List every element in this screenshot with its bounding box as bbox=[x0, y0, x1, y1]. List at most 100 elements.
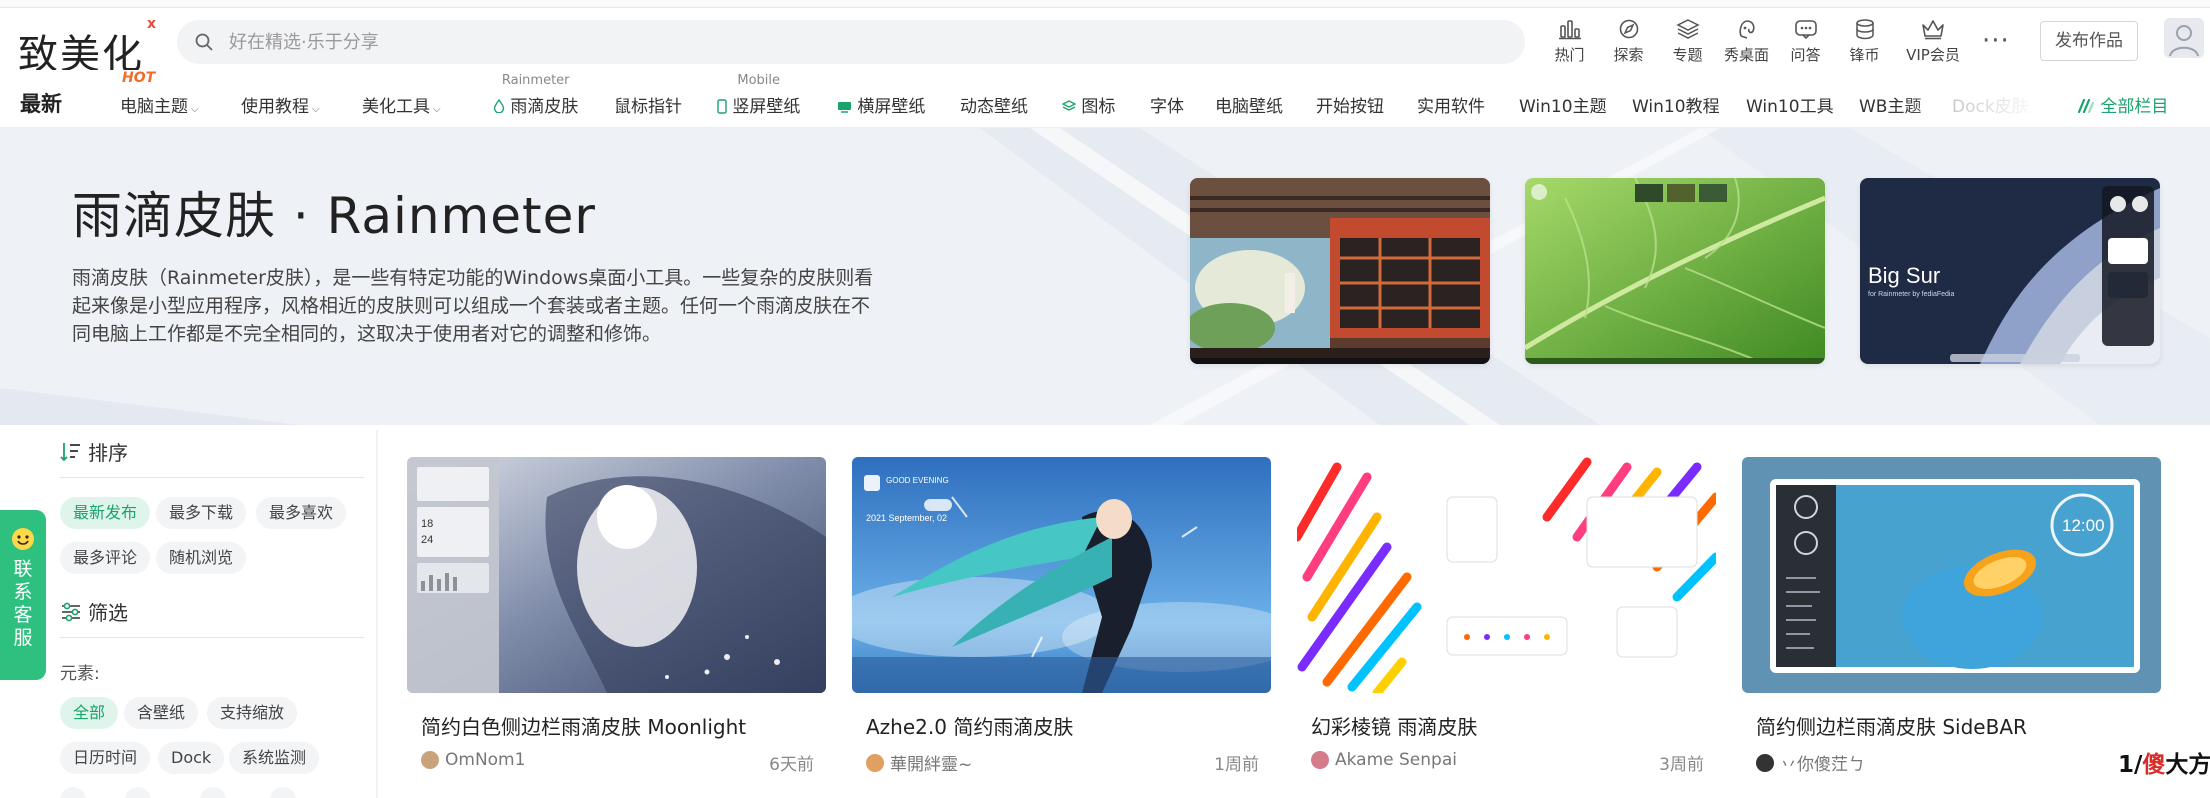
header-tools: 热门 探索 专题 秀桌面 问答 锋币 VIP会员 bbox=[1540, 12, 1972, 72]
nav-item-label: 图标 bbox=[1081, 97, 1116, 117]
thumb-date: 2021 September, 02 bbox=[866, 513, 947, 523]
nav-all-categories[interactable]: 全部栏目 bbox=[2077, 92, 2168, 117]
card-title[interactable]: 简约侧边栏雨滴皮肤 SideBAR bbox=[1756, 711, 2027, 740]
nav-item-software[interactable]: 实用软件 bbox=[1417, 92, 1485, 117]
nav-item-fonts[interactable]: 字体 bbox=[1150, 92, 1184, 117]
nav-item-live-wallpaper[interactable]: 动态壁纸 bbox=[960, 92, 1028, 117]
sort-option-most-downloads[interactable]: 最多下载 bbox=[156, 497, 247, 529]
search-input[interactable] bbox=[229, 20, 1469, 64]
card-thumbnail[interactable]: 18 24 bbox=[407, 457, 826, 693]
card-author[interactable]: 華開絆靈~ bbox=[866, 750, 972, 775]
sort-icon bbox=[60, 442, 80, 461]
nav-item-pc-theme[interactable]: HOT 电脑主题 ⌵ bbox=[120, 70, 199, 117]
hero-image-big-sur[interactable]: Big Sur for Rainmeter by fediaFedia bbox=[1860, 178, 2160, 364]
author-name: OmNom1 bbox=[445, 750, 526, 770]
skin-card-sidebar[interactable]: 12:00 简约侧边栏雨滴皮肤 SideBAR 丷你傻茳ㄅ bbox=[1742, 457, 2161, 798]
sort-option-most-comments[interactable]: 最多评论 bbox=[60, 542, 151, 574]
card-author[interactable]: Akame Senpai bbox=[1311, 750, 1457, 770]
user-avatar[interactable] bbox=[2164, 18, 2204, 58]
sort-option-newest[interactable]: 最新发布 bbox=[60, 497, 151, 529]
card-title[interactable]: 幻彩棱镜 雨滴皮肤 bbox=[1311, 711, 1477, 740]
nav-item-label: Win10工具 bbox=[1746, 97, 1834, 117]
sort-section-title: 排序 bbox=[60, 437, 128, 466]
nav-item-win10-tools[interactable]: Win10工具 bbox=[1746, 92, 1834, 117]
tool-qa[interactable]: 问答 bbox=[1776, 12, 1835, 72]
card-thumbnail-art: GOOD EVENING 2021 September, 02 bbox=[852, 457, 1271, 693]
sort-option-most-liked[interactable]: 最多喜欢 bbox=[256, 497, 347, 529]
nav-item-label: 电脑壁纸 bbox=[1215, 97, 1283, 117]
card-title[interactable]: Azhe2.0 简约雨滴皮肤 bbox=[866, 711, 1073, 740]
explore-icon bbox=[1619, 19, 1638, 39]
nav-item-wb-theme[interactable]: WB主题 bbox=[1859, 92, 1921, 117]
nav-item-label: 美化工具 bbox=[362, 97, 430, 117]
card-thumbnail[interactable]: GOOD EVENING 2021 September, 02 bbox=[852, 457, 1271, 693]
nav-latest[interactable]: 最新 bbox=[20, 88, 62, 118]
nav-item-icons[interactable]: 图标 bbox=[1061, 92, 1116, 117]
card-time: 1周前 bbox=[1214, 755, 1259, 775]
card-title[interactable]: 简约白色侧边栏雨滴皮肤 Moonlight bbox=[421, 711, 746, 740]
sort-option-random[interactable]: 随机浏览 bbox=[156, 542, 247, 574]
publish-button[interactable]: 发布作品 bbox=[2040, 21, 2138, 61]
nav-item-cursor[interactable]: 鼠标指针 bbox=[614, 92, 682, 117]
card-thumbnail[interactable] bbox=[1297, 457, 1716, 693]
element-option-calendar[interactable]: 日历时间 bbox=[60, 742, 151, 774]
element-option-more[interactable] bbox=[125, 787, 151, 798]
card-author[interactable]: OmNom1 bbox=[421, 750, 525, 770]
nav-item-win10-tutorial[interactable]: Win10教程 bbox=[1632, 92, 1720, 117]
nav-item-win10-theme[interactable]: Win10主题 bbox=[1519, 92, 1607, 117]
thumb-clock: 12:00 bbox=[2062, 516, 2105, 535]
element-option-system-monitor[interactable]: 系统监测 bbox=[229, 742, 320, 774]
author-avatar bbox=[1756, 753, 1774, 772]
coin-stack-icon bbox=[1855, 19, 1874, 40]
element-option-more[interactable] bbox=[60, 787, 86, 798]
customer-service-button[interactable]: 联 系 客 服 bbox=[0, 510, 46, 680]
nav-item-pc-wallpaper[interactable]: 电脑壁纸 bbox=[1215, 92, 1283, 117]
nav-item-label: 全部栏目 bbox=[2100, 97, 2169, 117]
tool-vip[interactable]: VIP会员 bbox=[1894, 12, 1972, 72]
tool-hot[interactable]: 热门 bbox=[1540, 12, 1599, 72]
skin-card-moonlight[interactable]: 18 24 简约白色侧边栏雨滴皮肤 Moonlight OmNom1 6天前 bbox=[407, 457, 826, 798]
tool-label: 秀桌面 bbox=[1723, 46, 1769, 64]
filter-section-title: 筛选 bbox=[60, 597, 128, 626]
hero-image-big-sur-art: Big Sur for Rainmeter by fediaFedia bbox=[1860, 178, 2160, 364]
element-option-more[interactable] bbox=[270, 787, 296, 798]
card-time: 6天前 bbox=[769, 755, 814, 775]
tool-show-desktop[interactable]: 秀桌面 bbox=[1717, 12, 1776, 72]
author-avatar bbox=[1311, 751, 1329, 769]
sidebar-divider bbox=[376, 430, 378, 798]
element-option-scalable[interactable]: 支持缩放 bbox=[207, 697, 298, 729]
drop-icon bbox=[493, 98, 505, 114]
element-option-dock[interactable]: Dock bbox=[158, 742, 225, 774]
nav-item-rainmeter[interactable]: Rainmeter 雨滴皮肤 bbox=[493, 73, 578, 117]
all-categories-icon bbox=[2077, 98, 2095, 114]
nav-item-tools[interactable]: 美化工具 ⌵ bbox=[362, 92, 441, 117]
hot-badge: HOT bbox=[122, 70, 156, 86]
element-option-all[interactable]: 全部 bbox=[60, 697, 119, 729]
element-option-wallpaper[interactable]: 含壁纸 bbox=[124, 697, 199, 729]
more-menu-button[interactable]: ··· bbox=[1982, 26, 2010, 56]
nav-item-desktop-wallpaper[interactable]: 横屏壁纸 bbox=[837, 92, 925, 117]
card-thumbnail[interactable]: 12:00 bbox=[1742, 457, 2161, 693]
element-option-more[interactable] bbox=[200, 787, 226, 798]
hero-image-anime-room[interactable] bbox=[1190, 178, 1490, 364]
big-sur-title: Big Sur bbox=[1868, 263, 1940, 288]
author-avatar bbox=[421, 751, 439, 769]
search-bar[interactable] bbox=[177, 20, 1525, 64]
hero-image-green-leaf[interactable] bbox=[1525, 178, 1825, 364]
card-thumbnail-art: 12:00 bbox=[1742, 457, 2161, 693]
tool-explore[interactable]: 探索 bbox=[1599, 12, 1658, 72]
nav-item-dock-skin[interactable]: Dock皮肤 bbox=[1952, 92, 2029, 117]
tool-coin[interactable]: 锋币 bbox=[1835, 12, 1894, 72]
tool-topic[interactable]: 专题 bbox=[1658, 12, 1717, 72]
nav-item-mobile-wallpaper[interactable]: Mobile 竖屏壁纸 bbox=[717, 73, 800, 117]
author-name: 丷你傻茳ㄅ bbox=[1780, 755, 1865, 775]
skin-card-prism[interactable]: 幻彩棱镜 雨滴皮肤 Akame Senpai 3周前 bbox=[1297, 457, 1716, 798]
watermark-prefix: 1/ bbox=[2118, 752, 2143, 778]
nav-item-label: WB主题 bbox=[1859, 97, 1922, 117]
skin-card-azhe[interactable]: GOOD EVENING 2021 September, 02 Azhe2.0 … bbox=[852, 457, 1271, 798]
nav-item-tutorial[interactable]: 使用教程 ⌵ bbox=[241, 92, 320, 117]
hero-image-anime-room-art bbox=[1190, 178, 1490, 364]
nav-item-start-button[interactable]: 开始按钮 bbox=[1316, 92, 1384, 117]
card-author[interactable]: 丷你傻茳ㄅ bbox=[1756, 750, 1865, 775]
chevron-down-icon: ⌵ bbox=[433, 104, 441, 115]
